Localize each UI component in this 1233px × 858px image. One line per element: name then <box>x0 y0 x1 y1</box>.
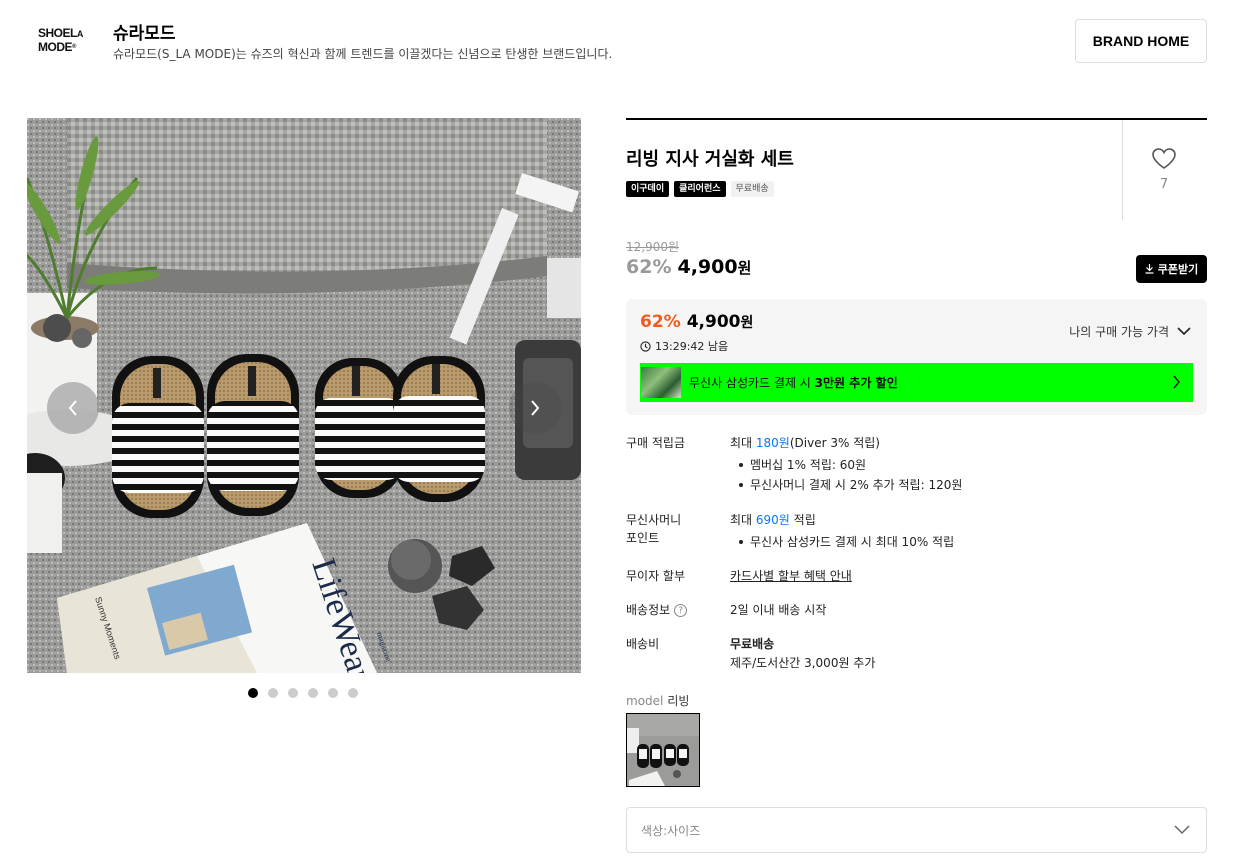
money-amount: 690원 <box>755 513 790 527</box>
my-price-row: 62% 4,900원 <box>640 312 753 332</box>
chevron-left-icon <box>68 400 77 416</box>
my-price-toggle[interactable]: 나의 구매 가능 가격 <box>1069 323 1191 340</box>
model-label: model 리빙 <box>626 692 689 709</box>
product-photo: LifeWear magazine Sunny Moments <box>27 118 581 673</box>
shipping-fee-extra: 제주/도서산간 3,000원 추가 <box>730 656 876 670</box>
sale-price-value: 4,900 <box>677 256 738 278</box>
like-count: 7 <box>1159 177 1169 192</box>
heart-icon[interactable] <box>1151 147 1177 171</box>
points-label: 구매 적립금 <box>626 436 686 450</box>
shipping-info-value: 2일 이내 배송 시작 <box>730 603 827 617</box>
shipping-fee-value: 무료배송 <box>730 637 775 651</box>
money-label-line1: 무신사머니 <box>626 513 682 527</box>
gallery-dot[interactable] <box>348 688 358 698</box>
gallery-dot[interactable] <box>288 688 298 698</box>
installment-link[interactable]: 카드사별 할부 혜택 안내 <box>730 566 852 586</box>
brand-description: 슈라모드(S_LA MODE)는 슈즈의 혁신과 함께 트렌드를 이끌겠다는 신… <box>113 47 613 61</box>
money-post: 적립 <box>789 513 816 527</box>
gallery-prev-button[interactable] <box>47 382 99 434</box>
option-select[interactable]: 색상:사이즈 <box>626 807 1207 853</box>
product-tags: 이구데이 클리어런스 무료배송 <box>626 181 774 197</box>
tag-free-shipping: 무료배송 <box>730 181 774 197</box>
card-discount-banner[interactable]: 무신사 삼성카드 결제 시 3만원 추가 할인 <box>640 363 1193 402</box>
brand-name[interactable]: 슈라모드 <box>113 19 176 44</box>
chevron-down-icon <box>1174 825 1190 835</box>
money-bullet: 무신사 삼성카드 결제 시 최대 10% 적립 <box>738 532 954 552</box>
brand-home-button[interactable]: BRAND HOME <box>1075 19 1207 63</box>
my-price-unit: 원 <box>740 315 754 331</box>
card-banner-thumbnail <box>641 367 681 398</box>
clock-icon <box>640 340 651 352</box>
vertical-divider <box>1122 120 1123 220</box>
card-banner-text-bold: 3만원 추가 할인 <box>814 376 898 390</box>
points-pre: 최대 <box>730 436 756 450</box>
money-value: 최대 690원 적립 <box>730 510 816 530</box>
money-label-line2: 포인트 <box>626 531 660 545</box>
my-price: 4,900원 <box>687 312 754 332</box>
gallery-dot[interactable] <box>308 688 318 698</box>
original-price: 12,900원 <box>626 240 680 254</box>
installment-label: 무이자 할부 <box>626 569 686 583</box>
shipping-fee-label: 배송비 <box>626 637 660 651</box>
model-label-value: 리빙 <box>667 694 690 708</box>
gallery-pagination <box>248 688 358 698</box>
section-divider <box>626 118 1207 120</box>
chevron-down-icon <box>1177 327 1191 336</box>
gallery-dot[interactable] <box>328 688 338 698</box>
money-pre: 최대 <box>730 513 756 527</box>
model-thumbnail-image <box>627 714 699 786</box>
gallery-next-button[interactable] <box>509 382 561 434</box>
my-price-value: 4,900 <box>686 312 741 332</box>
tag-clearance: 클리어런스 <box>674 181 726 197</box>
model-thumbnail[interactable] <box>626 713 700 787</box>
points-bullet-membership: 멤버십 1% 적립: 60원 <box>738 455 866 475</box>
download-icon <box>1145 264 1154 274</box>
points-value: 최대 180원(Diver 3% 적립) <box>730 433 880 453</box>
card-banner-text: 무신사 삼성카드 결제 시 3만원 추가 할인 <box>689 374 898 391</box>
shipping-info-label-row: 배송정보? <box>626 600 688 620</box>
points-post: (Diver 3% 적립) <box>789 436 880 450</box>
gallery-dot[interactable] <box>268 688 278 698</box>
model-label-key: model <box>626 694 664 708</box>
gallery-dot[interactable] <box>248 688 258 698</box>
product-title: 리빙 지사 거실화 세트 <box>626 149 794 170</box>
coupon-button[interactable]: 쿠폰받기 <box>1136 255 1207 283</box>
sale-price: 4,900원 <box>677 256 751 278</box>
chevron-right-icon <box>531 400 540 416</box>
points-bullet-money: 무신사머니 결제 시 2% 추가 적립: 120원 <box>738 475 962 495</box>
shipping-info-label: 배송정보 <box>626 603 671 617</box>
card-banner-text-pre: 무신사 삼성카드 결제 시 <box>689 376 815 390</box>
my-discount-rate: 62% <box>640 312 681 332</box>
countdown-timer: 13:29:42 남음 <box>640 338 728 354</box>
help-icon[interactable]: ? <box>674 604 688 617</box>
my-price-label: 나의 구매 가능 가격 <box>1069 325 1169 339</box>
discount-rate: 62% <box>626 256 672 278</box>
my-price-box: 62% 4,900원 13:29:42 남음 나의 구매 가능 가격 무신사 삼… <box>626 299 1207 415</box>
points-amount: 180원 <box>755 436 790 450</box>
countdown-text: 13:29:42 남음 <box>655 340 729 353</box>
chevron-right-icon <box>1173 375 1180 389</box>
tag-event: 이구데이 <box>626 181 670 197</box>
brand-logo[interactable]: SHOELA MODE® <box>38 27 90 57</box>
product-image-gallery[interactable]: LifeWear magazine Sunny Moments <box>27 118 581 673</box>
sale-price-row: 62% 4,900원 <box>626 256 751 278</box>
coupon-button-label: 쿠폰받기 <box>1157 263 1199 276</box>
price-unit: 원 <box>737 259 752 277</box>
option-select-placeholder: 색상:사이즈 <box>641 824 701 838</box>
